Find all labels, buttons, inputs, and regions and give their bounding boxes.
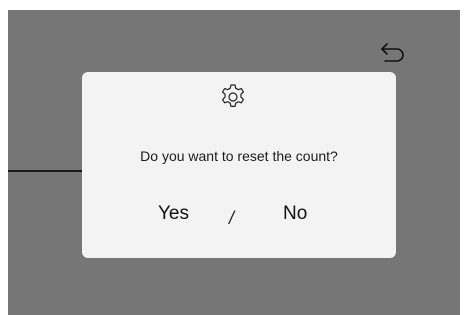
reset-dialog: Do you want to reset the count? Yes / No <box>82 72 396 258</box>
yes-button[interactable]: Yes <box>158 202 189 226</box>
gear-icon <box>222 84 244 107</box>
no-button[interactable]: No <box>283 202 307 226</box>
back-button[interactable] <box>376 38 410 68</box>
divider-line <box>8 170 90 172</box>
button-separator: / <box>229 208 235 228</box>
dialog-message: Do you want to reset the count? <box>140 148 338 164</box>
back-arrow-icon <box>381 43 404 62</box>
